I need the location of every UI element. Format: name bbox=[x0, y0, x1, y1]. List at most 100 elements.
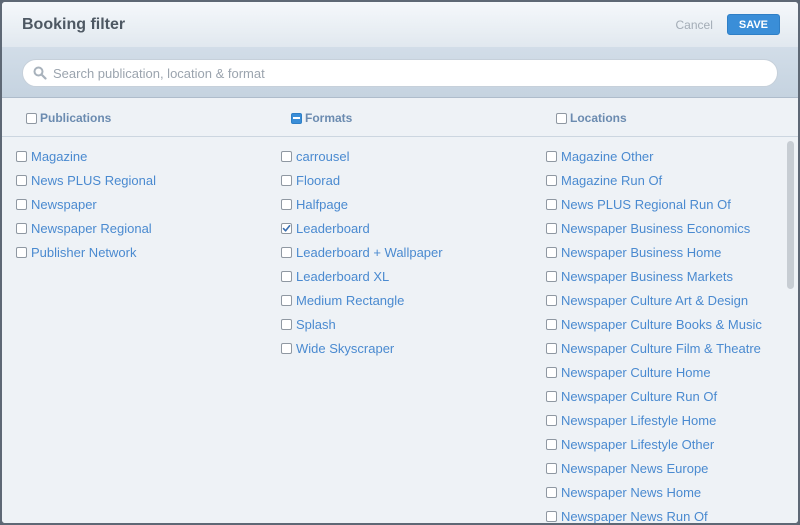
formats-option[interactable]: Leaderboard bbox=[281, 216, 443, 240]
locations-option[interactable]: Newspaper Business Home bbox=[546, 240, 762, 264]
formats-option[interactable]: Medium Rectangle bbox=[281, 288, 443, 312]
locations-option[interactable]: Newspaper News Europe bbox=[546, 456, 762, 480]
publications-option[interactable]: Newspaper bbox=[16, 192, 156, 216]
checkbox[interactable] bbox=[546, 510, 557, 522]
checkbox[interactable] bbox=[546, 438, 557, 450]
formats-option[interactable]: carrousel bbox=[281, 144, 443, 168]
option-label: Floorad bbox=[296, 172, 341, 188]
publications-header[interactable]: Publications bbox=[26, 111, 111, 125]
checkbox[interactable] bbox=[546, 294, 557, 306]
publications-option[interactable]: Magazine bbox=[16, 144, 156, 168]
checkbox[interactable] bbox=[281, 150, 292, 162]
option-label: News PLUS Regional bbox=[31, 172, 157, 188]
option-label: News PLUS Regional Run Of bbox=[561, 196, 731, 212]
checkbox[interactable] bbox=[16, 246, 27, 258]
locations-option[interactable]: Newspaper Culture Art & Design bbox=[546, 288, 762, 312]
checkbox[interactable] bbox=[16, 198, 27, 210]
checkbox[interactable] bbox=[281, 270, 292, 282]
list-scrollbar[interactable] bbox=[787, 141, 795, 522]
checkbox[interactable] bbox=[546, 486, 557, 498]
locations-option[interactable]: Newspaper Culture Books & Music bbox=[546, 312, 762, 336]
checkbox[interactable] bbox=[281, 198, 292, 210]
option-label: Magazine bbox=[31, 148, 88, 164]
checkbox[interactable] bbox=[281, 246, 292, 258]
formats-list: carrousel Floorad Halfpage Leaderboard Leade… bbox=[281, 144, 443, 360]
locations-option[interactable]: Magazine Other bbox=[546, 144, 762, 168]
checkbox[interactable] bbox=[546, 198, 557, 210]
scrollbar-thumb[interactable] bbox=[787, 141, 794, 289]
option-label: Newspaper Business Economics bbox=[561, 220, 751, 236]
locations-option[interactable]: Newspaper Lifestyle Other bbox=[546, 432, 762, 456]
checkbox[interactable] bbox=[16, 222, 27, 234]
option-label: Magazine Other bbox=[561, 148, 654, 164]
filter-lists: Magazine News PLUS Regional Newspaper Newsp… bbox=[2, 138, 798, 523]
option-label: Newspaper Culture Home bbox=[561, 364, 711, 380]
option-label: Newspaper Culture Books & Music bbox=[561, 316, 762, 332]
option-label: Newspaper News Home bbox=[561, 484, 702, 500]
search-bar: Search publication, location & format bbox=[2, 47, 798, 98]
publications-option[interactable]: Publisher Network bbox=[16, 240, 156, 264]
checkbox[interactable] bbox=[546, 390, 557, 402]
cancel-button[interactable]: Cancel bbox=[676, 18, 713, 32]
locations-option[interactable]: News PLUS Regional Run Of bbox=[546, 192, 762, 216]
checkbox[interactable] bbox=[16, 174, 27, 186]
checkbox[interactable] bbox=[546, 414, 557, 426]
checkbox[interactable] bbox=[546, 366, 557, 378]
column-headers: Publications Formats Locations bbox=[2, 99, 798, 137]
publications-option[interactable]: News PLUS Regional bbox=[16, 168, 156, 192]
option-label: Newspaper Culture Film & Theatre bbox=[561, 340, 761, 356]
search-input[interactable]: Search publication, location & format bbox=[22, 59, 778, 87]
option-label: Leaderboard bbox=[296, 220, 370, 236]
option-label: Newspaper Business Markets bbox=[561, 268, 733, 284]
formats-option[interactable]: Leaderboard + Wallpaper bbox=[281, 240, 443, 264]
publications-header-label: Publications bbox=[40, 111, 112, 125]
checkbox[interactable] bbox=[546, 270, 557, 282]
checkbox[interactable] bbox=[281, 294, 292, 306]
checkbox[interactable] bbox=[16, 150, 27, 162]
option-label: carrousel bbox=[296, 148, 350, 164]
formats-option[interactable]: Leaderboard XL bbox=[281, 264, 443, 288]
locations-select-all-checkbox[interactable] bbox=[556, 112, 567, 124]
checkbox[interactable] bbox=[546, 462, 557, 474]
booking-filter-dialog: Booking filter Cancel SAVE Search public… bbox=[0, 0, 800, 525]
option-label: Medium Rectangle bbox=[296, 292, 405, 308]
locations-option[interactable]: Newspaper Business Economics bbox=[546, 216, 762, 240]
checkbox[interactable] bbox=[546, 222, 557, 234]
option-label: Newspaper Culture Run Of bbox=[561, 388, 718, 404]
locations-option[interactable]: Newspaper Lifestyle Home bbox=[546, 408, 762, 432]
locations-option[interactable]: Newspaper News Home bbox=[546, 480, 762, 504]
formats-option[interactable]: Splash bbox=[281, 312, 443, 336]
checkbox[interactable] bbox=[546, 342, 557, 354]
dialog-header: Booking filter Cancel SAVE bbox=[2, 2, 798, 47]
option-label: Newspaper Lifestyle Home bbox=[561, 412, 717, 428]
formats-option[interactable]: Wide Skyscraper bbox=[281, 336, 443, 360]
checkbox[interactable] bbox=[546, 174, 557, 186]
checkbox[interactable] bbox=[546, 246, 557, 258]
option-label: Halfpage bbox=[296, 196, 349, 212]
formats-option[interactable]: Halfpage bbox=[281, 192, 443, 216]
locations-option[interactable]: Newspaper Culture Run Of bbox=[546, 384, 762, 408]
publications-option[interactable]: Newspaper Regional bbox=[16, 216, 156, 240]
checkbox[interactable] bbox=[281, 318, 292, 330]
formats-option[interactable]: Floorad bbox=[281, 168, 443, 192]
formats-header[interactable]: Formats bbox=[291, 111, 352, 125]
publications-list: Magazine News PLUS Regional Newspaper Newsp… bbox=[16, 144, 156, 264]
locations-option[interactable]: Newspaper Culture Home bbox=[546, 360, 762, 384]
checkbox[interactable] bbox=[546, 150, 557, 162]
option-label: Wide Skyscraper bbox=[296, 340, 395, 356]
locations-option[interactable]: Magazine Run Of bbox=[546, 168, 762, 192]
locations-option[interactable]: Newspaper Culture Film & Theatre bbox=[546, 336, 762, 360]
locations-header[interactable]: Locations bbox=[556, 111, 627, 125]
checkmark-icon bbox=[282, 224, 291, 232]
checkbox[interactable] bbox=[281, 342, 292, 354]
checkbox[interactable] bbox=[281, 174, 292, 186]
locations-option[interactable]: Newspaper News Run Of bbox=[546, 504, 762, 523]
formats-select-all-checkbox[interactable] bbox=[291, 112, 302, 124]
locations-option[interactable]: Newspaper Business Markets bbox=[546, 264, 762, 288]
checkbox-checked[interactable] bbox=[281, 222, 292, 234]
option-label: Publisher Network bbox=[31, 244, 137, 260]
publications-select-all-checkbox[interactable] bbox=[26, 112, 37, 124]
locations-header-label: Locations bbox=[570, 111, 627, 125]
checkbox[interactable] bbox=[546, 318, 557, 330]
save-button[interactable]: SAVE bbox=[726, 14, 780, 35]
